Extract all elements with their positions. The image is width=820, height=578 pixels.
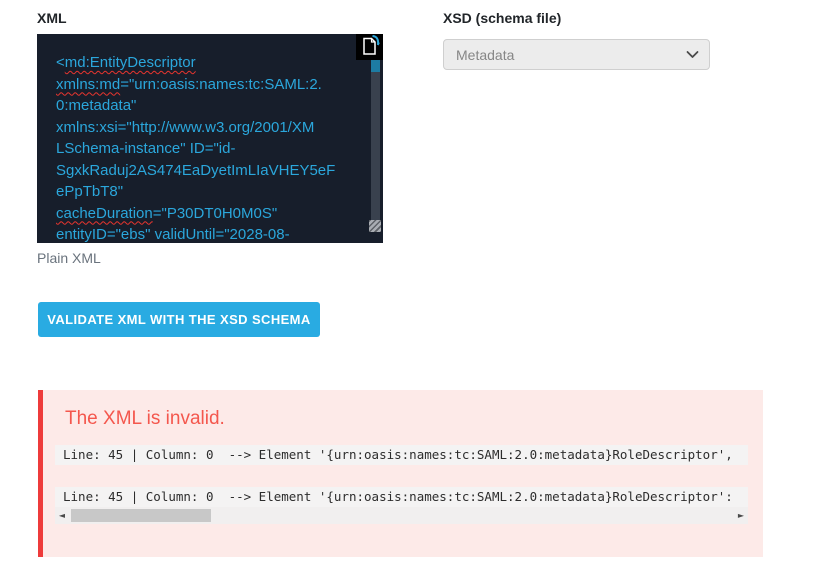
validate-xml-button[interactable]: VALIDATE XML WITH THE XSD SCHEMA	[38, 302, 320, 337]
scroll-right-arrow-icon[interactable]: ►	[734, 507, 748, 524]
scrollbar-track[interactable]	[69, 509, 734, 522]
error-message-row: Line: 45 | Column: 0 --> Element '{urn:o…	[55, 445, 748, 465]
xml-code-line: SgxkRaduj2AS474EaDyetImLIaVHEY5eF	[56, 160, 351, 182]
xml-code-line: <md:EntityDescriptor	[56, 52, 351, 74]
xml-editor-code[interactable]: <md:EntityDescriptor xmlns:md="urn:oasis:…	[37, 34, 383, 243]
resize-grip-icon[interactable]	[369, 220, 381, 232]
code-text: xmlns:xsi="http://www.w3.org/2001/XM	[56, 118, 315, 136]
error-message-text: Line: 45 | Column: 0 --> Element '{urn:o…	[63, 447, 733, 462]
horizontal-scrollbar[interactable]: ◄ ►	[55, 507, 748, 524]
spellcheck-flagged-text: md:EntityDescriptor	[64, 54, 196, 71]
scroll-left-arrow-icon[interactable]: ◄	[55, 507, 69, 524]
copy-icon	[360, 34, 380, 61]
error-message-row: Line: 45 | Column: 0 --> Element '{urn:o…	[55, 487, 748, 524]
scrollbar-thumb[interactable]	[71, 509, 211, 522]
error-message-text: Line: 45 | Column: 0 --> Element '{urn:o…	[63, 489, 733, 504]
plain-xml-label: Plain XML	[37, 250, 101, 266]
xml-code-line: 0:metadata"	[56, 95, 351, 117]
xml-code-line: ePpTbT8"	[56, 181, 351, 203]
xsd-selected-value: Metadata	[456, 46, 515, 63]
code-text: ="urn:oasis:names:tc:SAML:2.	[120, 75, 322, 93]
copy-button[interactable]	[356, 34, 383, 60]
xsd-schema-select[interactable]: Metadata	[443, 39, 710, 70]
xsd-label: XSD (schema file)	[443, 10, 562, 26]
xml-code-line: xmlns:md="urn:oasis:names:tc:SAML:2.	[56, 74, 351, 96]
editor-vertical-scrollbar[interactable]	[371, 38, 380, 229]
xml-label: XML	[37, 10, 67, 26]
code-text: LSchema-instance" ID="id-	[56, 140, 236, 157]
code-text: <	[56, 54, 65, 71]
code-text: SgxkRaduj2AS474EaDyetImLIaVHEY5eF	[56, 161, 336, 179]
code-text: ="P30DT0H0M0S"	[152, 204, 278, 222]
chevron-down-icon	[686, 46, 699, 64]
xml-code-line: xmlns:xsi="http://www.w3.org/2001/XM	[56, 117, 351, 139]
spellcheck-flagged-text: cacheDuration	[56, 204, 153, 222]
xml-input-editor[interactable]: <md:EntityDescriptor xmlns:md="urn:oasis:…	[37, 34, 383, 243]
xml-code-line: LSchema-instance" ID="id-	[56, 138, 351, 160]
code-text: entityID="ebs" validUntil="2028-08-	[56, 226, 290, 243]
validation-error-box: The XML is invalid. Line: 45 | Column: 0…	[38, 390, 763, 557]
xml-code-line: cacheDuration="P30DT0H0M0S"	[56, 203, 351, 225]
spellcheck-flagged-text: xmlns:md	[56, 75, 121, 93]
xml-validator-page: XML <md:EntityDescriptor xmlns:md="urn:oa…	[0, 0, 820, 578]
validation-error-title: The XML is invalid.	[65, 408, 225, 429]
code-text: ePpTbT8"	[56, 183, 124, 200]
xml-code-line: entityID="ebs" validUntil="2028-08-	[56, 224, 351, 243]
code-text: 0:metadata"	[56, 97, 137, 114]
